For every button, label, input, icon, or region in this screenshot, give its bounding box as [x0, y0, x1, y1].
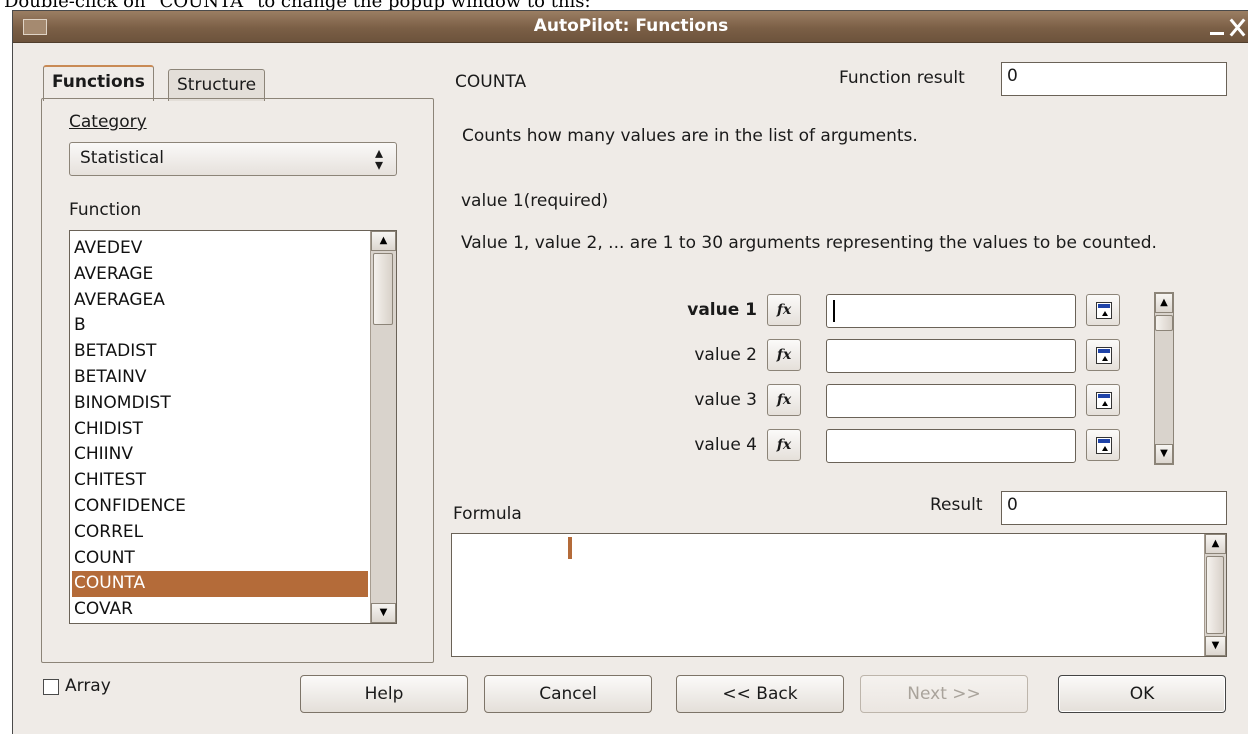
- shrink-dialog-icon[interactable]: [1086, 294, 1120, 326]
- argument-label: value 4: [694, 435, 757, 455]
- window-title: AutoPilot: Functions: [533, 16, 729, 36]
- formula-scroll-thumb[interactable]: [1206, 556, 1224, 634]
- function-result-field: 0: [1001, 62, 1227, 96]
- result-field: 0: [1001, 491, 1227, 525]
- shrink-glyph: [1096, 437, 1112, 454]
- next-button[interactable]: Next >>: [860, 675, 1028, 713]
- shrink-glyph: [1096, 392, 1112, 409]
- argument-input[interactable]: [826, 429, 1076, 463]
- array-label: Array: [65, 676, 111, 696]
- formula-scrollbar[interactable]: ▲ ▼: [1204, 534, 1226, 656]
- argument-label: value 1: [687, 300, 757, 320]
- ok-button[interactable]: OK: [1058, 675, 1226, 713]
- category-value: Statistical: [80, 148, 164, 168]
- function-name: COUNTA: [455, 72, 527, 92]
- list-item[interactable]: CHITEST: [72, 468, 368, 494]
- shrink-dialog-icon[interactable]: [1086, 384, 1120, 416]
- list-item[interactable]: AVERAGE: [72, 262, 368, 288]
- scroll-thumb[interactable]: [373, 253, 393, 325]
- back-button[interactable]: << Back: [676, 675, 844, 713]
- cancel-button[interactable]: Cancel: [484, 675, 652, 713]
- list-item[interactable]: CRITBINOM: [72, 623, 368, 624]
- scroll-up-icon[interactable]: ▲: [371, 231, 396, 251]
- list-item[interactable]: BETAINV: [72, 365, 368, 391]
- shrink-dialog-icon[interactable]: [1086, 339, 1120, 371]
- args-scroll-thumb[interactable]: [1155, 315, 1173, 331]
- title-bar[interactable]: AutoPilot: Functions: [13, 11, 1248, 43]
- list-item[interactable]: AVERAGEA: [72, 288, 368, 314]
- shrink-glyph: [1096, 347, 1112, 364]
- formula-scroll-up-icon[interactable]: ▲: [1205, 534, 1226, 554]
- text-cursor: [833, 300, 835, 322]
- close-icon[interactable]: [1227, 17, 1247, 37]
- argument-input[interactable]: [826, 294, 1076, 328]
- help-button[interactable]: Help: [300, 675, 468, 713]
- argument-label: value 2: [694, 345, 757, 365]
- formula-cursor: [568, 537, 572, 559]
- argument-name: value 1(required): [461, 191, 609, 211]
- argument-label: value 3: [694, 390, 757, 410]
- function-list-scrollbar[interactable]: ▲ ▼: [370, 231, 396, 623]
- list-item[interactable]: BETADIST: [72, 339, 368, 365]
- function-description: Counts how many values are in the list o…: [462, 126, 918, 146]
- scroll-down-icon[interactable]: ▼: [371, 603, 396, 623]
- function-list[interactable]: AVEDEV AVERAGE AVERAGEA B BETADIST BETAINV BIN…: [69, 230, 397, 624]
- function-list-items: AVEDEV AVERAGE AVERAGEA B BETADIST BETAINV BIN…: [72, 236, 368, 624]
- fx-icon[interactable]: fx: [767, 384, 801, 416]
- formula-editor[interactable]: ▲ ▼: [451, 533, 1227, 657]
- argument-description: Value 1, value 2, ... are 1 to 30 argume…: [461, 233, 1157, 253]
- formula-label: Formula: [453, 504, 522, 524]
- tab-functions[interactable]: Functions: [43, 65, 154, 101]
- category-label-text: Category: [69, 112, 147, 132]
- tab-structure[interactable]: Structure: [168, 69, 266, 101]
- list-item[interactable]: COVAR: [72, 597, 368, 623]
- updown-arrow-icon: ▴ ▾: [374, 143, 384, 174]
- args-scroll-down-icon[interactable]: ▼: [1155, 444, 1173, 464]
- argument-input[interactable]: [826, 339, 1076, 373]
- shrink-dialog-icon[interactable]: [1086, 429, 1120, 461]
- fx-icon[interactable]: fx: [767, 429, 801, 461]
- list-item[interactable]: COUNT: [72, 546, 368, 572]
- arguments-scrollbar[interactable]: ▲ ▼: [1154, 292, 1174, 465]
- list-item[interactable]: B: [72, 313, 368, 339]
- array-checkbox[interactable]: [43, 679, 59, 695]
- list-item[interactable]: CHIDIST: [72, 417, 368, 443]
- formula-scroll-down-icon[interactable]: ▼: [1205, 636, 1226, 656]
- function-label: Function: [69, 200, 142, 220]
- autopilot-dialog: AutoPilot: Functions Functions Structure…: [12, 10, 1248, 734]
- list-item[interactable]: CONFIDENCE: [72, 494, 368, 520]
- list-item[interactable]: COUNTA: [72, 571, 368, 598]
- result-label: Result: [930, 495, 983, 515]
- shrink-glyph: [1096, 302, 1112, 319]
- list-item[interactable]: CORREL: [72, 520, 368, 546]
- list-item[interactable]: CHIINV: [72, 442, 368, 468]
- formula-label-text: Formula: [453, 504, 522, 524]
- category-select[interactable]: Statistical ▴ ▾: [69, 142, 397, 176]
- minimize-icon[interactable]: [1207, 17, 1227, 37]
- args-scroll-up-icon[interactable]: ▲: [1155, 293, 1173, 313]
- list-item[interactable]: BINOMDIST: [72, 391, 368, 417]
- category-label: Category: [69, 112, 147, 132]
- function-result-label: Function result: [839, 68, 965, 88]
- fx-icon[interactable]: fx: [767, 294, 801, 326]
- list-item[interactable]: AVEDEV: [72, 236, 368, 262]
- fx-icon[interactable]: fx: [767, 339, 801, 371]
- argument-input[interactable]: [826, 384, 1076, 418]
